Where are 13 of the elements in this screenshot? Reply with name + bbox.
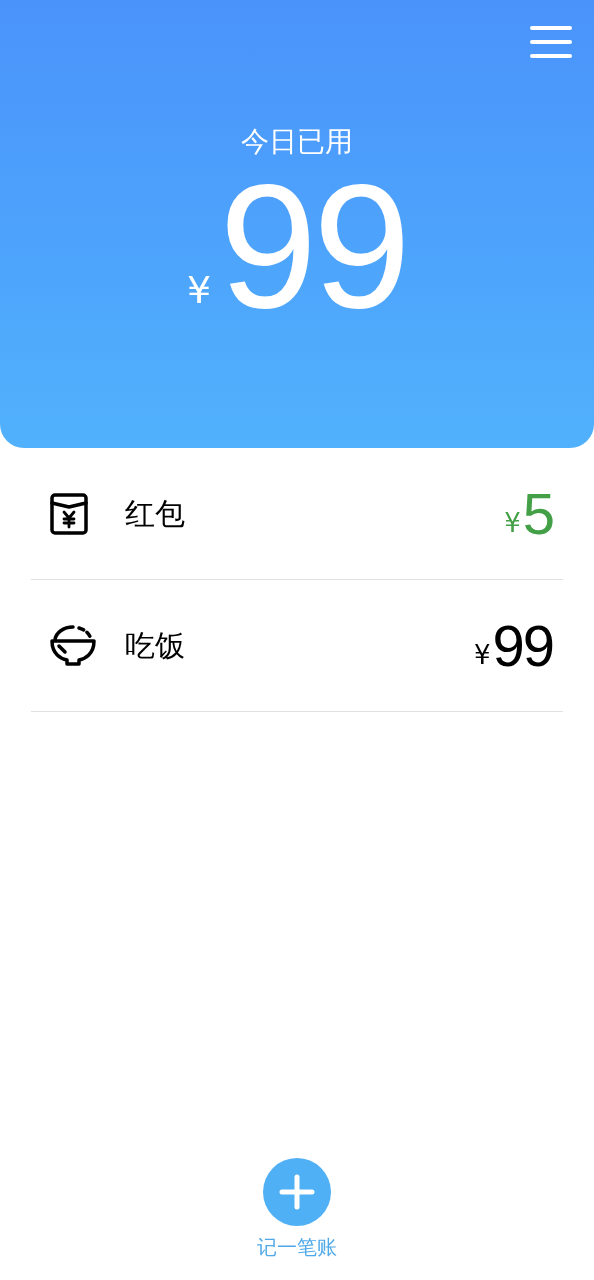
- envelope-icon: [49, 491, 89, 536]
- entry-label: 吃饭: [125, 627, 185, 665]
- currency-symbol: ¥: [187, 268, 212, 312]
- entry-label: 红包: [125, 495, 185, 533]
- add-label[interactable]: 记一笔账: [257, 1232, 337, 1262]
- bowl-icon: [49, 623, 97, 668]
- total-amount: 99: [219, 176, 407, 316]
- currency-symbol: ¥: [473, 638, 491, 671]
- entry-amount: 99: [492, 616, 553, 675]
- entry-amount: 5: [522, 484, 553, 543]
- currency-symbol: ¥: [504, 506, 521, 539]
- header-title: 今日已用: [241, 124, 353, 160]
- plus-icon: [279, 1174, 315, 1210]
